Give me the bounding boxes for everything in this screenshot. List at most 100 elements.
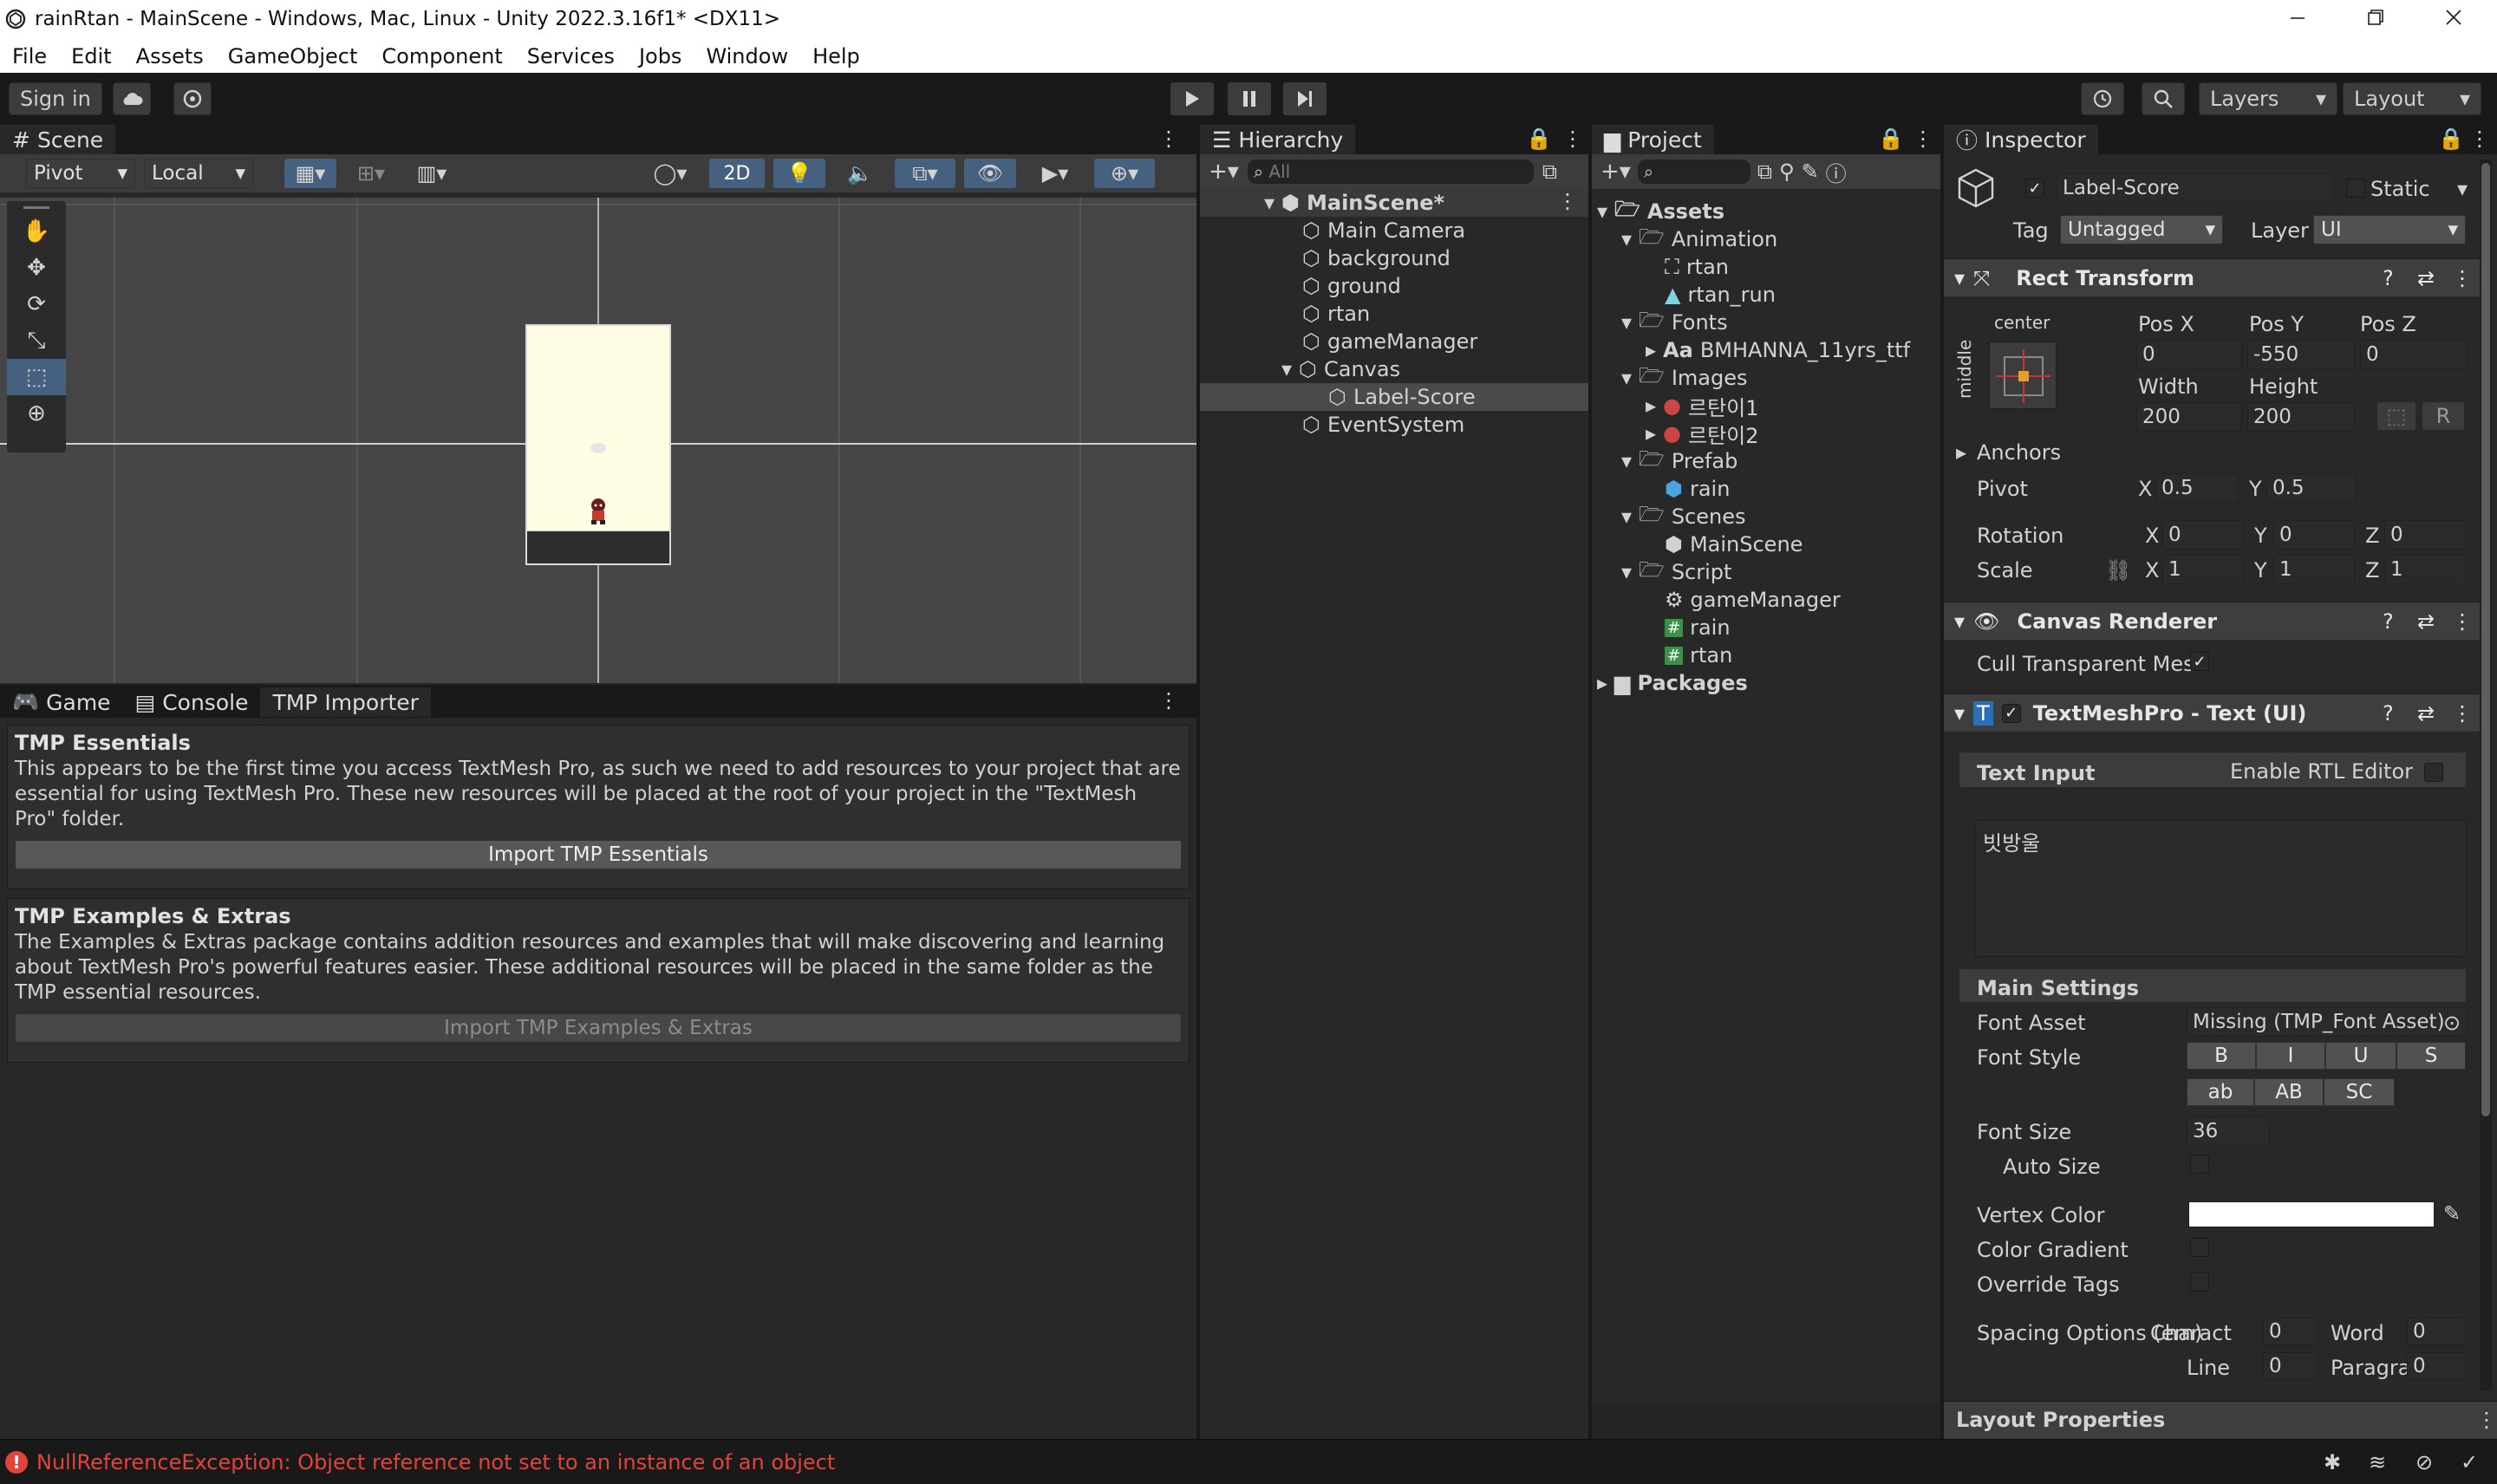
preset-icon[interactable]: ⇄ <box>2417 609 2435 634</box>
project-item-image-1[interactable]: ▸ ● 르탄이1 <box>1646 392 1759 420</box>
pivot-y-field[interactable]: 0.5 <box>2266 473 2357 503</box>
layers-dropdown[interactable]: Layers ▾ <box>2199 82 2337 115</box>
scene-viewport[interactable]: ✋ ✥ ⟳ ⤡ ⬚ ⊕ <box>0 198 1196 683</box>
hierarchy-item-ground[interactable]: ⬡ ground <box>1302 272 1401 300</box>
project-item-rtan-controller[interactable]: ⛶ rtan <box>1665 253 1729 281</box>
import-essentials-button[interactable]: Import TMP Essentials <box>15 840 1182 869</box>
constrain-proportions-icon[interactable]: ⛓ <box>2105 558 2131 583</box>
project-folder-images[interactable]: ▾ 🗁 Images <box>1621 363 1747 392</box>
ruler-icon[interactable]: ▥▾ <box>406 159 458 188</box>
lock-icon[interactable]: 🔒 <box>2438 127 2464 151</box>
rotate-tool-icon[interactable]: ⟳ <box>7 286 66 322</box>
bug-icon[interactable]: ✱ <box>2324 1450 2341 1474</box>
history-icon[interactable] <box>2081 82 2124 115</box>
rotation-x-field[interactable]: 0 <box>2162 520 2244 550</box>
hand-tool-icon[interactable]: ✋ <box>7 213 66 250</box>
italic-button[interactable]: I <box>2256 1042 2325 1070</box>
more-icon[interactable]: ⋮ <box>2452 609 2473 634</box>
uppercase-button[interactable]: AB <box>2254 1078 2324 1106</box>
color-gradient-checkbox[interactable] <box>2190 1238 2209 1257</box>
search-by-type-icon[interactable]: ⧉ <box>1757 159 1772 184</box>
search-icon[interactable] <box>2142 82 2185 115</box>
scale-y-field[interactable]: 1 <box>2273 555 2355 584</box>
sign-in-button[interactable]: Sign in <box>9 82 102 115</box>
minimize-icon[interactable] <box>2280 5 2315 31</box>
status-error-message[interactable]: NullReferenceException: Object reference… <box>36 1450 835 1474</box>
bold-button[interactable]: B <box>2187 1042 2256 1070</box>
2d-toggle-button[interactable]: 2D <box>709 159 765 188</box>
tag-dropdown[interactable]: Untagged ▾ <box>2060 215 2223 244</box>
word-spacing-field[interactable]: 0 <box>2407 1318 2466 1345</box>
tab-hierarchy[interactable]: ☰ Hierarchy <box>1200 125 1356 154</box>
help-icon[interactable]: ? <box>2383 266 2394 290</box>
project-item-font[interactable]: ▸ Aa BMHANNA_11yrs_ttf <box>1646 336 1910 364</box>
vertex-color-swatch[interactable] <box>2188 1201 2435 1227</box>
rect-transform-header[interactable]: ▾ ⤧ Rect Transform ? ⇄ ⋮ <box>1944 258 2481 296</box>
tmp-header[interactable]: ▾ T ✓ TextMeshPro - Text (UI) ? ⇄ ⋮ <box>1944 693 2481 732</box>
project-item-gamemanager-script[interactable]: ⚙ gameManager <box>1665 586 1841 614</box>
camera-icon[interactable]: ▶▾ <box>1025 159 1086 188</box>
effects-icon[interactable]: ⧉▾ <box>895 159 955 188</box>
pause-button[interactable] <box>1228 82 1271 115</box>
tmp-enabled-checkbox[interactable]: ✓ <box>2001 703 2021 723</box>
blueprint-mode-icon[interactable]: ⬚ <box>2377 402 2416 430</box>
audio-icon[interactable]: 🔈 <box>834 159 886 188</box>
tab-console[interactable]: ▤ Console <box>122 687 261 717</box>
search-by-label-icon[interactable]: ⚲ <box>1779 159 1795 184</box>
tab-game[interactable]: 🎮 Game <box>0 687 123 717</box>
tab-inspector[interactable]: ⓘ Inspector <box>1944 125 2098 154</box>
object-name-field[interactable]: Label-Score <box>2057 173 2334 203</box>
rect-tool-icon[interactable]: ⬚ <box>7 359 66 395</box>
inspector-scrollbar[interactable] <box>2480 159 2492 1390</box>
help-icon[interactable]: ? <box>2383 701 2394 726</box>
static-checkbox[interactable] <box>2346 179 2365 198</box>
gizmos-icon[interactable]: ⊕▾ <box>1094 159 1155 188</box>
more-icon[interactable]: ⋮ <box>1557 189 1578 213</box>
menu-assets[interactable]: Assets <box>136 44 204 68</box>
project-item-mainscene[interactable]: ⬢ MainScene <box>1665 530 1803 558</box>
more-icon[interactable]: ⋮ <box>1562 127 1583 151</box>
inspector-scrollbar-thumb[interactable] <box>2481 163 2490 1116</box>
anchor-preset-button[interactable] <box>1989 342 2057 409</box>
project-item-rtan-script[interactable]: # rtan <box>1665 641 1732 669</box>
snap-increment-icon[interactable]: ⊞▾ <box>345 159 397 188</box>
project-folder-packages[interactable]: ▸ ▆ Packages <box>1597 669 1748 697</box>
character-spacing-field[interactable]: 0 <box>2263 1318 2318 1345</box>
transform-tool-icon[interactable]: ⊕ <box>7 395 66 432</box>
pivot-dropdown[interactable]: Pivot ▾ <box>26 159 135 188</box>
font-asset-field[interactable]: Missing (TMP_Font Asset) <box>2187 1007 2468 1037</box>
scale-z-field[interactable]: 1 <box>2384 555 2466 584</box>
underline-button[interactable]: U <box>2325 1042 2396 1070</box>
project-item-rtan-run[interactable]: ▲ rtan_run <box>1665 281 1776 309</box>
more-icon[interactable]: ⋮ <box>2452 266 2473 290</box>
add-icon[interactable]: +▾ <box>1601 159 1631 185</box>
more-icon[interactable]: ⋮ <box>2469 127 2490 151</box>
rtl-editor-checkbox[interactable] <box>2424 763 2443 782</box>
project-search[interactable]: ⌕ <box>1637 159 1751 184</box>
menu-file[interactable]: File <box>12 44 47 68</box>
draw-mode-icon[interactable]: ◯▾ <box>640 159 701 188</box>
favorites-icon[interactable]: ✎ <box>1802 159 1819 184</box>
anchors-label[interactable]: Anchors <box>1977 440 2061 465</box>
project-folder-scenes[interactable]: ▾ 🗁 Scenes <box>1621 502 1746 530</box>
project-folder-animation[interactable]: ▾ 🗁 Animation <box>1621 225 1777 253</box>
visibility-icon[interactable]: 👁 <box>964 159 1016 188</box>
eyedropper-icon[interactable]: ✎ <box>2443 1201 2461 1226</box>
collab-icon[interactable] <box>173 82 212 115</box>
tab-tmp-importer[interactable]: TMP Importer <box>260 687 431 717</box>
tab-scene[interactable]: # Scene <box>0 125 116 154</box>
text-input-area[interactable]: 빗방울 <box>1975 820 2468 957</box>
help-icon[interactable]: ? <box>2383 609 2394 634</box>
lock-icon[interactable]: 🔒 <box>1526 127 1552 151</box>
lighting-icon[interactable]: 💡 <box>773 159 825 188</box>
play-button[interactable] <box>1170 82 1214 115</box>
rotation-z-field[interactable]: 0 <box>2384 520 2466 550</box>
hierarchy-item-background[interactable]: ⬡ background <box>1302 244 1451 272</box>
hierarchy-item-canvas[interactable]: ▾ ⬡ Canvas <box>1281 355 1400 383</box>
project-item-rain-prefab[interactable]: ⬢ rain <box>1665 475 1730 503</box>
project-folder-prefab[interactable]: ▾ 🗁 Prefab <box>1621 446 1737 475</box>
preset-icon[interactable]: ⇄ <box>2417 266 2435 290</box>
chevron-down-icon[interactable]: ▾ <box>2457 177 2468 201</box>
smallcaps-button[interactable]: SC <box>2324 1078 2395 1106</box>
hierarchy-item-label-score[interactable]: ⬡ Label-Score <box>1328 383 1476 411</box>
